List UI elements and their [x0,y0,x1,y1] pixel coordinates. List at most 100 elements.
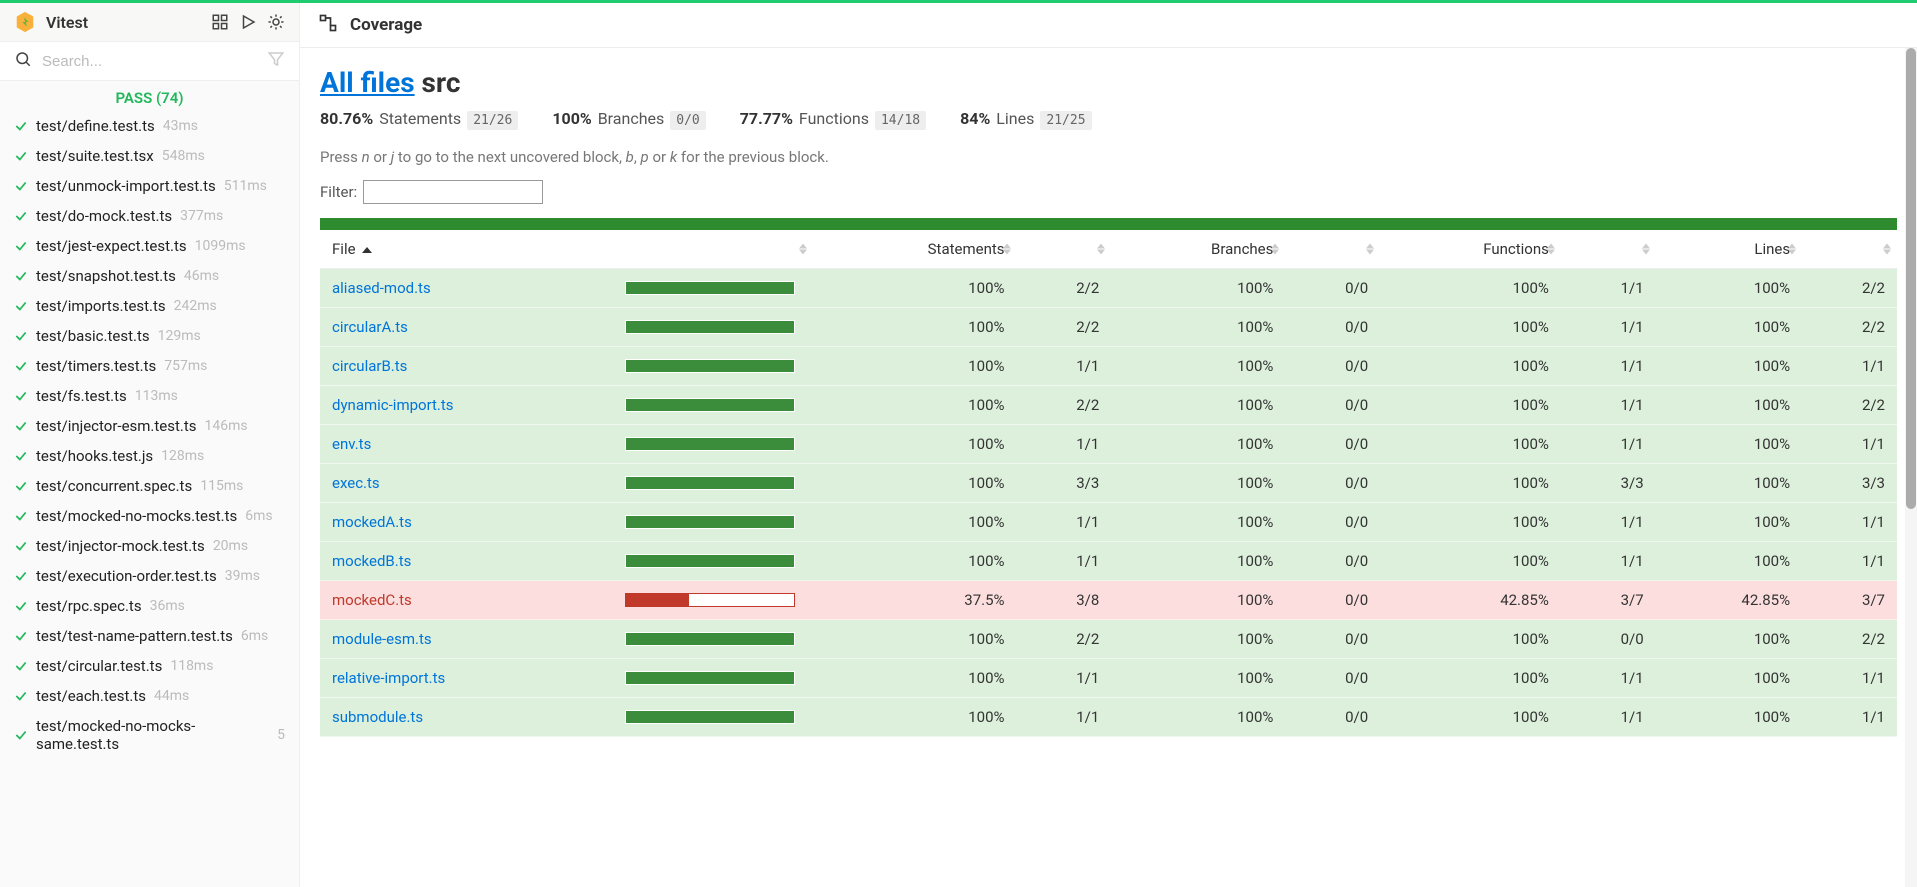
file-link[interactable]: mockedB.ts [332,552,411,570]
statements-frac: 1/1 [1017,425,1112,464]
test-name: test/timers.test.ts [36,357,156,375]
test-item[interactable]: test/test-name-pattern.test.ts 6ms [0,621,299,651]
test-item[interactable]: test/execution-order.test.ts 39ms [0,561,299,591]
lines-frac: 1/1 [1802,347,1897,386]
table-row: exec.ts100%3/3100%0/0100%3/3100%3/3 [320,464,1897,503]
statements-frac: 3/8 [1017,581,1112,620]
test-item[interactable]: test/circular.test.ts 118ms [0,651,299,681]
table-row: submodule.ts100%1/1100%0/0100%1/1100%1/1 [320,698,1897,737]
statements-pct: 100% [813,659,1016,698]
coverage-strip [320,218,1897,230]
branches-pct: 100% [552,109,591,128]
lines-pct: 100% [1656,698,1802,737]
col-branches-frac[interactable] [1285,230,1380,269]
file-link[interactable]: env.ts [332,435,371,453]
branches-frac: 0/0 [1285,698,1380,737]
dashboard-icon[interactable] [211,13,229,31]
test-name: test/suite.test.tsx [36,147,154,165]
search-input[interactable] [42,53,257,70]
test-time: 128ms [161,448,204,464]
test-time: 20ms [213,538,248,554]
lines-pct: 84% [960,109,990,128]
all-files-link[interactable]: All files [320,66,415,99]
branches-pct: 100% [1111,542,1285,581]
file-link[interactable]: aliased-mod.ts [332,279,431,297]
theme-icon[interactable] [267,13,285,31]
test-name: test/mocked-no-mocks-same.test.ts [36,717,269,753]
test-item[interactable]: test/mocked-no-mocks-same.test.ts 5 [0,711,299,759]
test-item[interactable]: test/each.test.ts 44ms [0,681,299,711]
file-link[interactable]: circularB.ts [332,357,407,375]
col-lines-frac[interactable] [1802,230,1897,269]
lines-frac: 3/7 [1802,581,1897,620]
test-item[interactable]: test/do-mock.test.ts 377ms [0,201,299,231]
run-icon[interactable] [239,13,257,31]
lines-pct: 100% [1656,425,1802,464]
branches-frac: 0/0 [1285,581,1380,620]
file-link[interactable]: mockedA.ts [332,513,412,531]
filter-icon[interactable] [267,50,285,72]
col-lines[interactable]: Lines [1656,230,1802,269]
coverage-summary: 80.76%Statements21/26 100%Branches0/0 77… [320,109,1897,130]
branches-frac: 0/0 [1285,464,1380,503]
test-item[interactable]: test/mocked-no-mocks.test.ts 6ms [0,501,299,531]
test-item[interactable]: test/imports.test.ts 242ms [0,291,299,321]
col-functions[interactable]: Functions [1380,230,1561,269]
col-statements-frac[interactable] [1017,230,1112,269]
col-bar[interactable] [613,230,813,269]
test-time: 6ms [245,508,272,524]
table-row: dynamic-import.ts100%2/2100%0/0100%1/110… [320,386,1897,425]
check-icon [14,359,28,373]
file-link[interactable]: mockedC.ts [332,591,412,609]
col-statements[interactable]: Statements [813,230,1016,269]
file-link[interactable]: relative-import.ts [332,669,445,687]
test-item[interactable]: test/timers.test.ts 757ms [0,351,299,381]
file-link[interactable]: circularA.ts [332,318,408,336]
branches-frac: 0/0 [1285,659,1380,698]
test-time: 113ms [135,388,178,404]
lines-frac: 2/2 [1802,620,1897,659]
test-item[interactable]: test/injector-esm.test.ts 146ms [0,411,299,441]
file-link[interactable]: dynamic-import.ts [332,396,454,414]
test-item[interactable]: test/concurrent.spec.ts 115ms [0,471,299,501]
file-link[interactable]: module-esm.ts [332,630,432,648]
file-link[interactable]: exec.ts [332,474,380,492]
functions-frac: 1/1 [1561,347,1656,386]
test-name: test/rpc.spec.ts [36,597,142,615]
file-link[interactable]: submodule.ts [332,708,423,726]
functions-frac: 1/1 [1561,503,1656,542]
scrollbar-thumb[interactable] [1906,48,1916,509]
test-item[interactable]: test/injector-mock.test.ts 20ms [0,531,299,561]
test-item[interactable]: test/hooks.test.js 128ms [0,441,299,471]
check-icon [14,539,28,553]
col-file[interactable]: File [320,230,613,269]
test-item[interactable]: test/define.test.ts 43ms [0,111,299,141]
test-item[interactable]: test/snapshot.test.ts 46ms [0,261,299,291]
test-name: test/injector-esm.test.ts [36,417,197,435]
branches-pct: 100% [1111,425,1285,464]
test-item[interactable]: test/jest-expect.test.ts 1099ms [0,231,299,261]
test-item[interactable]: test/basic.test.ts 129ms [0,321,299,351]
functions-frac: 0/0 [1561,620,1656,659]
test-item[interactable]: test/fs.test.ts 113ms [0,381,299,411]
branches-frac: 0/0 [1285,269,1380,308]
functions-frac: 1/1 [1561,425,1656,464]
test-name: test/hooks.test.js [36,447,153,465]
scrollbar-track[interactable] [1905,48,1917,887]
test-item[interactable]: test/rpc.spec.ts 36ms [0,591,299,621]
statements-frac: 2/2 [1017,269,1112,308]
check-icon [14,119,28,133]
filter-row: Filter: [320,180,1897,204]
check-icon [14,389,28,403]
coverage-table: File Statements Branches Functions Lines… [320,230,1897,737]
check-icon [14,509,28,523]
test-item[interactable]: test/unmock-import.test.ts 511ms [0,171,299,201]
branches-pct: 100% [1111,308,1285,347]
coverage-bar [625,710,795,724]
filter-label: Filter: [320,183,357,201]
col-branches[interactable]: Branches [1111,230,1285,269]
test-item[interactable]: test/suite.test.tsx 548ms [0,141,299,171]
coverage-filter-input[interactable] [363,180,543,204]
lines-pct: 42.85% [1656,581,1802,620]
col-functions-frac[interactable] [1561,230,1656,269]
